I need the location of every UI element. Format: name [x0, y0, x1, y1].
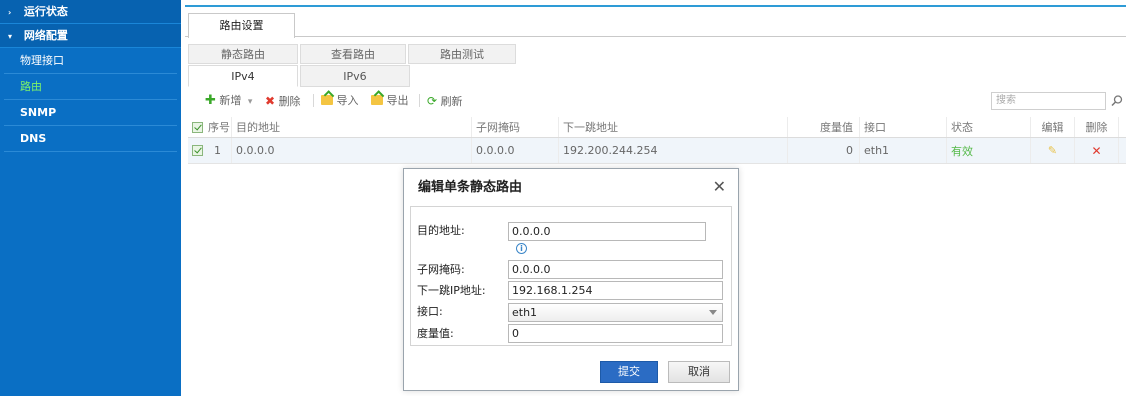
- row-checkbox[interactable]: [188, 138, 204, 163]
- delete-button[interactable]: ✖ 删除: [265, 93, 301, 109]
- sidebar-item-physical-interface[interactable]: 物理接口: [4, 48, 177, 74]
- cell-index: 1: [204, 138, 232, 163]
- dest-input[interactable]: 0.0.0.0: [508, 222, 706, 241]
- info-icon[interactable]: i: [516, 243, 527, 254]
- plus-icon: ✚: [205, 93, 216, 108]
- col-iface: 接口: [860, 117, 947, 137]
- chevron-down-icon: ▾: [8, 32, 13, 41]
- tab-view-route[interactable]: 查看路由: [300, 44, 406, 64]
- cell-status: 有效: [947, 138, 1031, 163]
- tab-route-settings[interactable]: 路由设置: [188, 13, 295, 38]
- col-edit: 编辑: [1031, 117, 1075, 137]
- sidebar-item-dns[interactable]: DNS: [4, 126, 177, 152]
- col-mask: 子网掩码: [472, 117, 559, 137]
- add-label: 新增: [219, 94, 242, 107]
- col-dest: 目的地址: [232, 117, 472, 137]
- close-icon[interactable]: ✕: [713, 177, 726, 196]
- add-button[interactable]: ✚ 新增 ▾: [205, 93, 252, 109]
- tab-static-route[interactable]: 静态路由: [188, 44, 298, 64]
- edit-icon[interactable]: ✎: [1031, 138, 1075, 163]
- metric-input[interactable]: 0: [508, 324, 723, 343]
- top-tab-bar: 路由设置: [185, 9, 1126, 38]
- toolbar: ✚ 新增 ▾ ✖ 删除 导入 导出 ⟳ 刷新 搜索: [205, 91, 1126, 111]
- metric-label: 度量值:: [417, 327, 454, 340]
- sidebar-item-route[interactable]: 路由: [4, 74, 177, 100]
- iface-label: 接口:: [417, 305, 443, 318]
- refresh-icon: ⟳: [427, 94, 438, 108]
- table-header: 序号 目的地址 子网掩码 下一跳地址 度量值 接口 状态 编辑 删除: [188, 117, 1126, 138]
- col-nexthop: 下一跳地址: [559, 117, 788, 137]
- chevron-right-icon: ›: [8, 8, 12, 17]
- mask-label: 子网掩码:: [417, 263, 465, 276]
- import-label: 导入: [336, 94, 359, 107]
- tab-ipv6[interactable]: IPv6: [300, 65, 410, 87]
- dialog-title: 编辑单条静态路由: [404, 169, 738, 206]
- col-metric: 度量值: [788, 117, 860, 137]
- col-index: 序号: [204, 117, 232, 137]
- search-input[interactable]: 搜索: [991, 92, 1106, 110]
- search-icon[interactable]: [1110, 94, 1124, 108]
- delete-x-icon: ✖: [265, 94, 276, 108]
- cell-iface: eth1: [860, 138, 947, 163]
- sidebar-group-label: 运行状态: [23, 5, 68, 18]
- tab-route-test[interactable]: 路由测试: [408, 44, 516, 64]
- cell-mask: 0.0.0.0: [472, 138, 559, 163]
- sidebar-item-snmp[interactable]: SNMP: [4, 100, 177, 126]
- iface-value: eth1: [512, 306, 538, 319]
- cell-dest: 0.0.0.0: [232, 138, 472, 163]
- import-icon: [321, 95, 333, 105]
- edit-route-dialog: 编辑单条静态路由 ✕ 目的地址: 0.0.0.0 i 子网掩码: 0.0.0.0…: [403, 168, 739, 391]
- sidebar-group-label: 网络配置: [23, 29, 68, 42]
- export-icon: [371, 95, 383, 105]
- toolbar-divider: [313, 94, 314, 107]
- caret-down-icon[interactable]: ▾: [248, 97, 253, 107]
- table-row[interactable]: 1 0.0.0.0 0.0.0.0 192.200.244.254 0 eth1…: [188, 138, 1126, 164]
- chevron-down-icon: [709, 310, 717, 315]
- delete-label: 删除: [278, 95, 301, 108]
- mask-input[interactable]: 0.0.0.0: [508, 260, 723, 279]
- select-all-checkbox[interactable]: [188, 117, 204, 137]
- toolbar-divider: [419, 94, 420, 107]
- dest-label: 目的地址:: [417, 224, 465, 237]
- submit-button[interactable]: 提交: [600, 361, 658, 383]
- delete-icon[interactable]: ✕: [1075, 138, 1119, 163]
- sidebar: › 运行状态 ▾ 网络配置 物理接口 路由 SNMP DNS: [0, 0, 181, 396]
- nexthop-label: 下一跳IP地址:: [417, 284, 486, 297]
- sidebar-group-network[interactable]: ▾ 网络配置: [0, 24, 181, 48]
- refresh-label: 刷新: [440, 95, 463, 108]
- col-status: 状态: [947, 117, 1031, 137]
- cell-nexthop: 192.200.244.254: [559, 138, 788, 163]
- sidebar-group-status[interactable]: › 运行状态: [0, 0, 181, 24]
- cancel-button[interactable]: 取消: [668, 361, 730, 383]
- export-label: 导出: [386, 94, 409, 107]
- cell-metric: 0: [788, 138, 860, 163]
- import-button[interactable]: 导入: [321, 93, 359, 109]
- route-table: 序号 目的地址 子网掩码 下一跳地址 度量值 接口 状态 编辑 删除 1 0.0…: [188, 117, 1126, 164]
- tab-ipv4[interactable]: IPv4: [188, 65, 298, 87]
- iface-select[interactable]: eth1: [508, 303, 723, 322]
- dialog-form: 目的地址: 0.0.0.0 i 子网掩码: 0.0.0.0 下一跳IP地址: 1…: [410, 206, 732, 346]
- nexthop-input[interactable]: 192.168.1.254: [508, 281, 723, 300]
- search-placeholder: 搜索: [996, 95, 1016, 106]
- dialog-footer: 提交 取消: [404, 350, 738, 390]
- export-button[interactable]: 导出: [371, 93, 409, 109]
- refresh-button[interactable]: ⟳ 刷新: [427, 93, 463, 109]
- col-delete: 删除: [1075, 117, 1119, 137]
